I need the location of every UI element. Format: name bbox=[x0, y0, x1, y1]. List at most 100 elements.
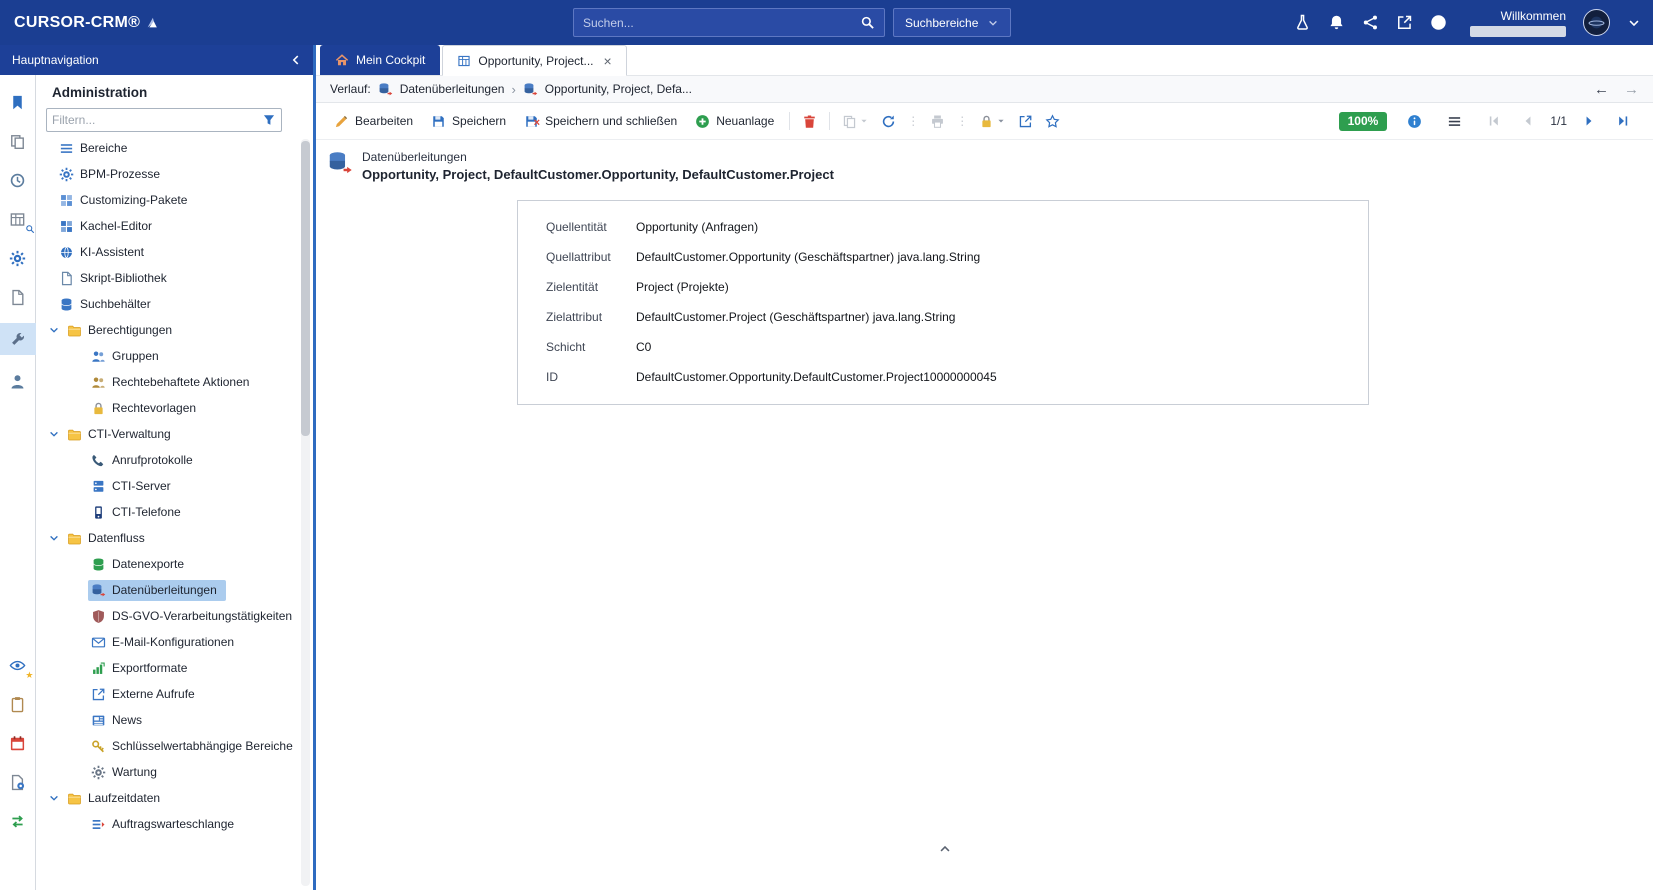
main-area: Mein Cockpit Opportunity, Project... × V… bbox=[316, 45, 1653, 890]
toolbar: Bearbeiten Speichern × Speichern und sch… bbox=[316, 103, 1653, 140]
administration-wrench-rail-button[interactable] bbox=[0, 323, 36, 355]
user-menu-chevron-icon[interactable] bbox=[1627, 16, 1641, 30]
notes-rail-button[interactable] bbox=[0, 691, 36, 717]
tree-item-ki-assistent[interactable]: KI-Assistent bbox=[36, 239, 299, 265]
search-areas-button[interactable]: Suchbereiche bbox=[893, 8, 1011, 37]
tree-item-exportformate[interactable]: Exportformate bbox=[36, 655, 299, 681]
toolbar-dots: ⋮ bbox=[956, 114, 968, 128]
close-tab-icon[interactable]: × bbox=[604, 54, 612, 68]
section-title: Administration bbox=[52, 85, 313, 100]
share-icon[interactable] bbox=[1362, 14, 1379, 31]
tree-item-cti-server[interactable]: CTI-Server bbox=[36, 473, 299, 499]
tree-item-gruppen[interactable]: Gruppen bbox=[36, 343, 299, 369]
bell-icon[interactable] bbox=[1328, 14, 1345, 31]
chevron-down-icon[interactable] bbox=[46, 790, 62, 806]
tree-item-cti-telefone[interactable]: CTI-Telefone bbox=[36, 499, 299, 525]
checkout-button[interactable] bbox=[1013, 110, 1038, 133]
completeness-badge[interactable]: 100% bbox=[1339, 112, 1388, 131]
document-rail-button[interactable] bbox=[0, 284, 36, 310]
tree-item-suchbehälter[interactable]: Suchbehälter bbox=[36, 291, 299, 317]
tree-item-laufzeitdaten[interactable]: Laufzeitdaten bbox=[36, 785, 299, 811]
breadcrumb-item[interactable]: Datenüberleitungen bbox=[400, 82, 505, 96]
tree-item-datenfluss[interactable]: Datenfluss bbox=[36, 525, 299, 551]
chevron-down-icon[interactable] bbox=[46, 426, 62, 442]
search-icon[interactable] bbox=[860, 15, 875, 30]
prev-page-button[interactable] bbox=[1516, 110, 1540, 132]
image-actions-button[interactable] bbox=[837, 110, 874, 133]
tree-item-ds-gvo-verarbeitungstätigkeiten[interactable]: DS-GVO-Verarbeitungstätigkeiten bbox=[36, 603, 299, 629]
collapse-sidebar-icon[interactable] bbox=[289, 53, 303, 67]
funnel-icon[interactable] bbox=[262, 113, 276, 127]
favorite-star-button[interactable] bbox=[1040, 110, 1065, 133]
field-value: DefaultCustomer.Project (Geschäftspartne… bbox=[636, 308, 955, 327]
tree-item-externe-aufrufe[interactable]: Externe Aufrufe bbox=[36, 681, 299, 707]
tree-item-wartung[interactable]: Wartung bbox=[36, 759, 299, 785]
new-record-button[interactable]: Neuanlage bbox=[687, 110, 782, 133]
tab-mein-cockpit[interactable]: Mein Cockpit bbox=[320, 45, 440, 75]
ai-icon bbox=[59, 245, 74, 260]
tree-item-berechtigungen[interactable]: Berechtigungen bbox=[36, 317, 299, 343]
tree-item-news[interactable]: News bbox=[36, 707, 299, 733]
expand-bottom-panel-icon[interactable] bbox=[938, 842, 952, 856]
filter-input[interactable] bbox=[52, 113, 258, 127]
edit-button[interactable]: Bearbeiten bbox=[326, 110, 421, 133]
info-circle-icon[interactable] bbox=[1430, 14, 1447, 31]
tree-item-label: Datenexporte bbox=[112, 557, 184, 571]
info-button[interactable] bbox=[1402, 110, 1427, 133]
tree-item-skript-bibliothek[interactable]: Skript-Bibliothek bbox=[36, 265, 299, 291]
tree-item-auftragswarteschlange[interactable]: Auftragswarteschlange bbox=[36, 811, 299, 837]
tree-item-label: Laufzeitdaten bbox=[88, 791, 160, 805]
tree-item-datenüberleitungen[interactable]: Datenüberleitungen bbox=[36, 577, 299, 603]
refresh-button[interactable] bbox=[876, 110, 901, 133]
search-input[interactable] bbox=[583, 16, 852, 30]
chevron-down-icon[interactable] bbox=[46, 322, 62, 338]
tree-item-label: KI-Assistent bbox=[80, 245, 144, 259]
tree-item-e-mail-konfigurationen[interactable]: E-Mail-Konfigurationen bbox=[36, 629, 299, 655]
breadcrumb-item[interactable]: Opportunity, Project, Defa... bbox=[545, 82, 692, 96]
data-transfer-icon bbox=[327, 150, 353, 176]
open-external-icon[interactable] bbox=[1396, 14, 1413, 31]
tree-item-customizing-pakete[interactable]: Customizing-Pakete bbox=[36, 187, 299, 213]
bookmark-rail-button[interactable] bbox=[0, 89, 36, 115]
documents-rail-button[interactable] bbox=[0, 128, 36, 154]
forward-icon[interactable]: → bbox=[1624, 81, 1639, 98]
contacts-rail-button[interactable] bbox=[0, 368, 36, 394]
back-icon[interactable]: ← bbox=[1594, 81, 1609, 98]
save-button[interactable]: Speichern bbox=[423, 110, 514, 133]
data-transfer-icon bbox=[523, 82, 538, 97]
tree-scrollbar[interactable] bbox=[301, 139, 310, 886]
first-page-button[interactable] bbox=[1482, 110, 1506, 132]
tree-item-cti-verwaltung[interactable]: CTI-Verwaltung bbox=[36, 421, 299, 447]
table-search-rail-button[interactable] bbox=[0, 206, 36, 232]
save-close-button[interactable]: × Speichern und schließen bbox=[516, 110, 685, 133]
record-title: Opportunity, Project, DefaultCustomer.Op… bbox=[362, 167, 834, 182]
delete-button[interactable] bbox=[797, 110, 822, 133]
tree-item-kachel-editor[interactable]: Kachel-Editor bbox=[36, 213, 299, 239]
print-button[interactable] bbox=[925, 110, 950, 133]
menu-button[interactable] bbox=[1442, 110, 1467, 133]
tree-item-rechtebehaftete-aktionen[interactable]: Rechtebehaftete Aktionen bbox=[36, 369, 299, 395]
tree-item-bereiche[interactable]: Bereiche bbox=[36, 135, 299, 161]
tree-item-bpm-prozesse[interactable]: BPM-Prozesse bbox=[36, 161, 299, 187]
settings-gear-rail-button[interactable] bbox=[0, 245, 36, 271]
tab-bar: Mein Cockpit Opportunity, Project... × bbox=[316, 45, 1653, 75]
tree-item-schlüsselwertabhängige-bereiche[interactable]: Schlüsselwertabhängige Bereiche bbox=[36, 733, 299, 759]
caret-down-icon bbox=[859, 116, 869, 126]
last-page-button[interactable] bbox=[1611, 110, 1635, 132]
chevron-down-icon[interactable] bbox=[46, 530, 62, 546]
data-sync-rail-button[interactable] bbox=[0, 808, 36, 834]
tree-scrollbar-thumb[interactable] bbox=[301, 141, 310, 436]
key-icon bbox=[91, 739, 106, 754]
tree-item-rechtevorlagen[interactable]: Rechtevorlagen bbox=[36, 395, 299, 421]
calendar-rail-button[interactable] bbox=[0, 730, 36, 756]
flask-icon[interactable] bbox=[1294, 14, 1311, 31]
tab-opportunity-project[interactable]: Opportunity, Project... × bbox=[442, 45, 626, 76]
next-page-button[interactable] bbox=[1577, 110, 1601, 132]
lock-button[interactable] bbox=[974, 110, 1011, 133]
watchlist-rail-button[interactable]: ★ bbox=[0, 652, 36, 678]
tree-item-anrufprotokolle[interactable]: Anrufprotokolle bbox=[36, 447, 299, 473]
report-settings-rail-button[interactable] bbox=[0, 769, 36, 795]
avatar[interactable] bbox=[1583, 9, 1610, 36]
history-rail-button[interactable] bbox=[0, 167, 36, 193]
tree-item-datenexporte[interactable]: Datenexporte bbox=[36, 551, 299, 577]
